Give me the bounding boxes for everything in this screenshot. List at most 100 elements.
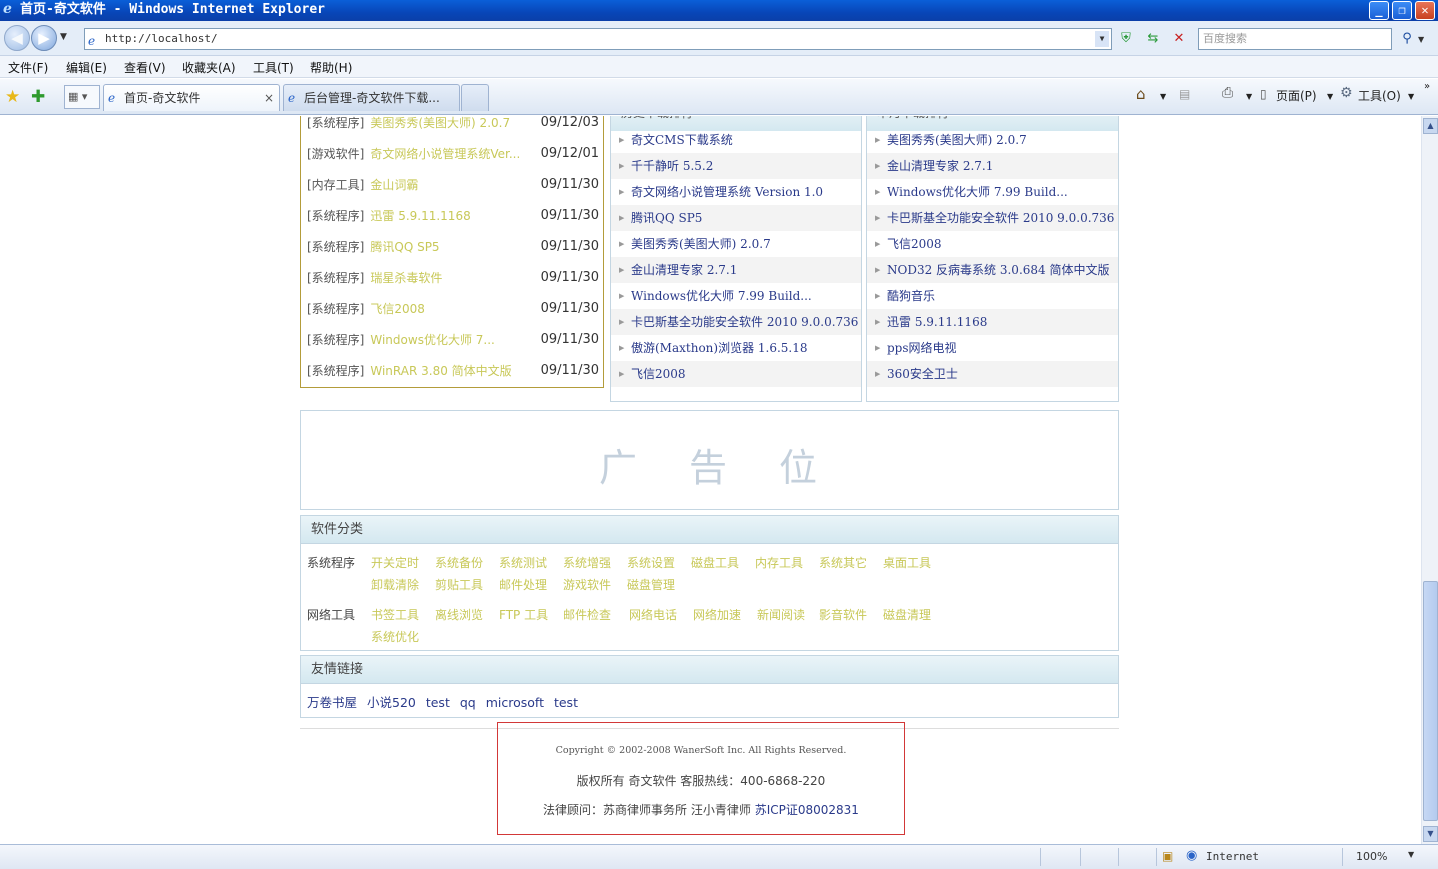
search-options-dropdown-icon[interactable]: ▼ (1418, 35, 1424, 44)
ranking-item[interactable]: ▶ pps网络电视 (867, 335, 1118, 361)
item-name[interactable]: WinRAR 3.80 简体中文版 (370, 364, 511, 378)
forward-button[interactable]: ▶ (31, 25, 57, 51)
subcategory-link[interactable]: 网络加速 (693, 606, 741, 623)
item-name[interactable]: 飞信2008 (370, 302, 425, 316)
item-category[interactable]: [内存工具] (307, 178, 364, 192)
ranking-item[interactable]: ▶ 奇文CMS下载系统 (611, 127, 861, 153)
item-category[interactable]: [系统程序] (307, 333, 364, 347)
recent-pages-dropdown-icon[interactable]: ▼ (60, 32, 67, 42)
print-icon[interactable]: ⎙ (1222, 85, 1233, 101)
subcategory-link[interactable]: 系统测试 (499, 554, 547, 571)
ranking-item-label[interactable]: 奇文CMS下载系统 (631, 133, 733, 147)
ranking-item[interactable]: ▶ Windows优化大师 7.99 Build... (611, 283, 861, 309)
ranking-item-label[interactable]: 飞信2008 (631, 367, 686, 381)
ranking-item[interactable]: ▶ Windows优化大师 7.99 Build... (867, 179, 1118, 205)
chevron-right-icon[interactable]: » (1424, 81, 1430, 92)
subcategory-link[interactable]: 剪贴工具 (435, 576, 483, 593)
item-category[interactable]: [游戏软件] (307, 147, 364, 161)
subcategory-link[interactable]: 卸载清除 (371, 576, 419, 593)
add-favorite-icon[interactable]: ✚ (31, 87, 45, 107)
home-dropdown-icon[interactable]: ▼ (1160, 92, 1166, 101)
subcategory-link[interactable]: 系统增强 (563, 554, 611, 571)
list-item[interactable]: [系统程序] 美图秀秀(美图大师) 2.0.7 09/12/03 (307, 116, 599, 133)
ranking-item-label[interactable]: 飞信2008 (887, 237, 942, 251)
icp-link[interactable]: 苏ICP证08002831 (755, 803, 859, 817)
minimize-button[interactable]: _ (1369, 1, 1389, 20)
ranking-item-label[interactable]: 奇文网络小说管理系统 Version 1.0 (631, 185, 823, 199)
ranking-item[interactable]: ▶ NOD32 反病毒系统 3.0.684 简体中文版 (867, 257, 1118, 283)
menu-file[interactable]: 文件(F) (8, 59, 48, 76)
menu-tools[interactable]: 工具(T) (253, 59, 294, 76)
favorites-star-icon[interactable]: ★ (5, 87, 20, 107)
ranking-item-label[interactable]: 傲游(Maxthon)浏览器 1.6.5.18 (631, 341, 808, 355)
item-category[interactable]: [系统程序] (307, 116, 364, 130)
ranking-item-label[interactable]: pps网络电视 (887, 341, 957, 355)
category-label[interactable]: 系统程序 (307, 554, 355, 571)
item-category[interactable]: [系统程序] (307, 209, 364, 223)
ranking-item-label[interactable]: Windows优化大师 7.99 Build... (631, 289, 812, 303)
scroll-up-icon[interactable]: ▲ (1423, 118, 1438, 134)
tab-admin[interactable]: e 后台管理-奇文软件下载... (283, 84, 460, 111)
ranking-item-label[interactable]: 酷狗音乐 (887, 289, 935, 303)
subcategory-link[interactable]: 磁盘工具 (691, 554, 739, 571)
subcategory-link[interactable]: 邮件处理 (499, 576, 547, 593)
feeds-icon[interactable]: ▤ (1179, 87, 1190, 101)
new-tab-button[interactable] (461, 84, 489, 111)
page-menu-button[interactable]: 页面(P) (1276, 87, 1317, 104)
close-button[interactable]: ✕ (1415, 1, 1435, 20)
shield-icon[interactable]: ⛨ (1115, 28, 1137, 50)
friend-link[interactable]: test (554, 695, 578, 710)
item-name[interactable]: 奇文网络小说管理系统Ver... (370, 147, 520, 161)
ranking-item[interactable]: ▶ 傲游(Maxthon)浏览器 1.6.5.18 (611, 335, 861, 361)
security-zone[interactable]: Internet (1206, 850, 1259, 863)
close-tab-icon[interactable]: × (264, 85, 274, 111)
item-name[interactable]: 美图秀秀(美图大师) 2.0.7 (370, 116, 510, 130)
tab-home[interactable]: e 首页-奇文软件 × (103, 84, 280, 111)
list-item[interactable]: [系统程序] 腾讯QQ SP5 09/11/30 (307, 237, 599, 257)
subcategory-link[interactable]: 系统设置 (627, 554, 675, 571)
maximize-button[interactable]: ❐ (1392, 1, 1412, 20)
home-icon[interactable]: ⌂ (1136, 85, 1146, 103)
ranking-item-label[interactable]: 腾讯QQ SP5 (631, 211, 702, 225)
ad-banner[interactable]: 广告位 (300, 410, 1119, 510)
subcategory-link[interactable]: 书签工具 (371, 606, 419, 623)
ranking-item[interactable]: ▶ 奇文网络小说管理系统 Version 1.0 (611, 179, 861, 205)
subcategory-link[interactable]: 磁盘管理 (627, 576, 675, 593)
page-menu-dropdown-icon[interactable]: ▼ (1327, 92, 1333, 101)
subcategory-link[interactable]: 离线浏览 (435, 606, 483, 623)
list-item[interactable]: [系统程序] 迅雷 5.9.11.1168 09/11/30 (307, 206, 599, 226)
tools-menu-button[interactable]: 工具(O) (1358, 87, 1401, 104)
friend-link[interactable]: qq (460, 695, 476, 710)
friend-link[interactable]: microsoft (486, 695, 544, 710)
item-category[interactable]: [系统程序] (307, 364, 364, 378)
subcategory-link[interactable]: 开关定时 (371, 554, 419, 571)
ranking-item-label[interactable]: 千千静听 5.5.2 (631, 159, 713, 173)
subcategory-link[interactable]: 网络电话 (629, 606, 677, 623)
category-label[interactable]: 网络工具 (307, 606, 355, 623)
ranking-item-label[interactable]: 360安全卫士 (887, 367, 958, 381)
menu-help[interactable]: 帮助(H) (310, 59, 352, 76)
subcategory-link[interactable]: 系统备份 (435, 554, 483, 571)
list-item[interactable]: [系统程序] 飞信2008 09/11/30 (307, 299, 599, 319)
ranking-item[interactable]: ▶ 飞信2008 (867, 231, 1118, 257)
item-category[interactable]: [系统程序] (307, 240, 364, 254)
ranking-item[interactable]: ▶ 美图秀秀(美图大师) 2.0.7 (611, 231, 861, 257)
ranking-item[interactable]: ▶ 飞信2008 (611, 361, 861, 387)
friend-link[interactable]: 万卷书屋 (307, 695, 357, 710)
ranking-item-label[interactable]: 美图秀秀(美图大师) 2.0.7 (887, 133, 1027, 147)
search-input[interactable]: 百度搜索 (1198, 28, 1392, 50)
address-dropdown-icon[interactable]: ▼ (1095, 31, 1109, 47)
ranking-item-label[interactable]: 卡巴斯基全功能安全软件 2010 9.0.0.736 (631, 315, 858, 329)
subcategory-link[interactable]: 邮件检查 (563, 606, 611, 623)
ranking-item[interactable]: ▶ 卡巴斯基全功能安全软件 2010 9.0.0.736 (867, 205, 1118, 231)
ranking-item[interactable]: ▶ 千千静听 5.5.2 (611, 153, 861, 179)
list-item[interactable]: [系统程序] 瑞星杀毒软件 09/11/30 (307, 268, 599, 288)
ranking-item[interactable]: ▶ 360安全卫士 (867, 361, 1118, 387)
subcategory-link[interactable]: 系统优化 (371, 628, 419, 645)
subcategory-link[interactable]: 内存工具 (755, 554, 803, 571)
quick-tabs-button[interactable]: ▦ ▾ (64, 85, 100, 109)
subcategory-link[interactable]: FTP 工具 (499, 606, 548, 623)
scroll-down-icon[interactable]: ▼ (1423, 826, 1438, 842)
search-icon[interactable]: ⚲ (1396, 28, 1418, 50)
list-item[interactable]: [内存工具] 金山词霸 09/11/30 (307, 175, 599, 195)
